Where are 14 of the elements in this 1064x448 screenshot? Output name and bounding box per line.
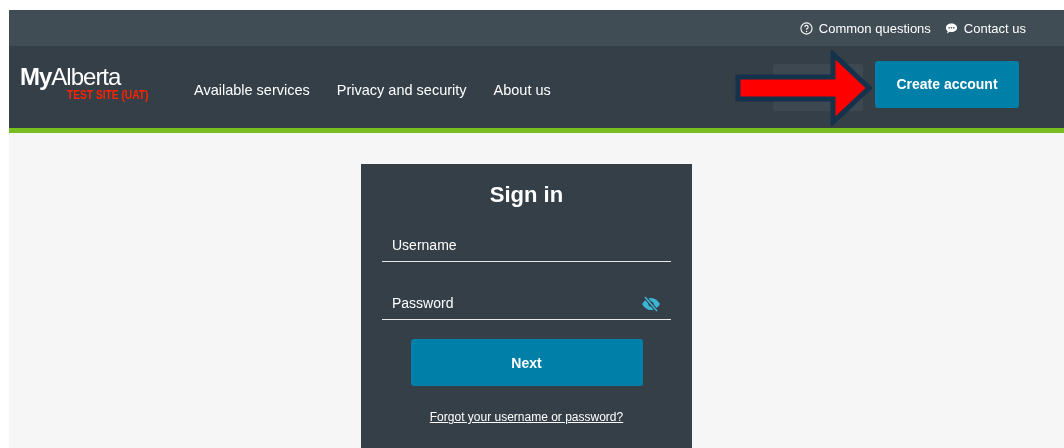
chat-icon: [944, 21, 958, 35]
create-account-button[interactable]: Create account: [875, 60, 1019, 108]
next-button[interactable]: Next: [410, 339, 643, 386]
nav-link[interactable]: Privacy and security: [336, 76, 467, 98]
nav-link[interactable]: Available services: [194, 76, 310, 98]
eye-slash-icon[interactable]: [641, 296, 661, 312]
help-icon: [799, 21, 813, 35]
input-field[interactable]: Username: [382, 228, 671, 262]
utility-link[interactable]: Common questions: [799, 20, 931, 36]
forgot-link[interactable]: Forgot your username or password?: [429, 410, 624, 424]
logo[interactable]: MyAlberta TEST SITE (UAT): [20, 46, 194, 106]
utility-link[interactable]: Contact us: [944, 20, 1026, 36]
sign-in-title: Sign in: [488, 182, 565, 208]
nav-link[interactable]: About us: [493, 76, 551, 98]
